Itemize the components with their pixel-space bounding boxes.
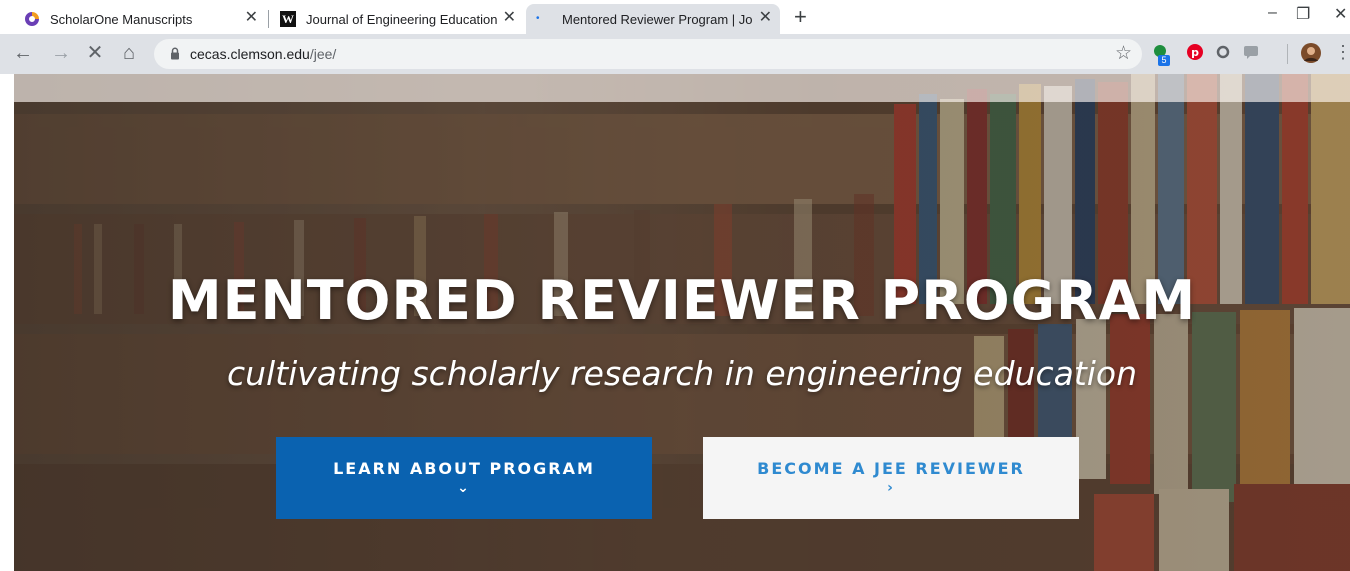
chevron-right-icon: › — [887, 480, 895, 496]
tab-mentored-reviewer[interactable]: • Mentored Reviewer Program | Jo ✕ — [526, 4, 780, 34]
tab-title: Mentored Reviewer Program | Jo — [562, 11, 753, 27]
tab-strip: ScholarOne Manuscripts ✕ W Journal of En… — [0, 0, 1350, 34]
lock-icon — [171, 47, 179, 60]
hero-banner: MENTORED REVIEWER PROGRAM cultivating sc… — [14, 74, 1350, 571]
svg-text:p: p — [1191, 46, 1199, 59]
browser-toolbar: ← → ✕ ⌂ cecas.clemson.edu/jee/ ☆ 5 p ⋮ — [0, 34, 1350, 74]
profile-avatar-icon[interactable] — [1300, 42, 1322, 64]
url-path: /jee/ — [309, 46, 337, 62]
hero-overlay — [14, 102, 1350, 571]
restore-button[interactable]: ❐ — [1296, 4, 1310, 24]
minimize-button[interactable]: – — [1268, 4, 1277, 22]
hero-subtitle: cultivating scholarly research in engine… — [226, 354, 1138, 393]
tab-scholarone[interactable]: ScholarOne Manuscripts ✕ — [18, 4, 266, 34]
tab-divider — [268, 10, 269, 28]
tab-title: ScholarOne Manuscripts — [50, 11, 193, 27]
button-label: LEARN ABOUT PROGRAM — [333, 459, 595, 478]
toolbar-divider — [1287, 44, 1288, 64]
close-window-button[interactable]: ✕ — [1334, 4, 1347, 24]
become-jee-reviewer-button[interactable]: BECOME A JEE REVIEWER › — [703, 437, 1079, 519]
chevron-down-icon: ⌄ — [457, 480, 471, 496]
new-tab-button[interactable]: + — [794, 6, 807, 28]
tab-title: Journal of Engineering Education — [306, 11, 498, 27]
back-icon[interactable]: ← — [12, 42, 34, 64]
address-bar[interactable]: cecas.clemson.edu/jee/ ☆ — [154, 39, 1142, 69]
chat-extension-icon[interactable] — [1242, 43, 1260, 61]
stop-icon[interactable]: ✕ — [84, 42, 106, 64]
hero-title: MENTORED REVIEWER PROGRAM — [167, 269, 1197, 332]
tab-close-icon[interactable]: ✕ — [759, 10, 772, 26]
url-text: cecas.clemson.edu/jee/ — [190, 46, 336, 62]
tab-jee[interactable]: W Journal of Engineering Education ✕ — [272, 4, 524, 34]
wiley-favicon-icon: W — [280, 11, 296, 27]
menu-icon[interactable]: ⋮ — [1334, 42, 1350, 62]
hero-top-band — [14, 74, 1350, 102]
circle-extension-icon[interactable] — [1214, 43, 1232, 61]
tab-close-icon[interactable]: ✕ — [245, 10, 258, 26]
loading-icon: • — [536, 13, 540, 24]
button-label: BECOME A JEE REVIEWER — [757, 459, 1025, 478]
tab-close-icon[interactable]: ✕ — [503, 10, 516, 26]
scholarone-favicon-icon — [25, 12, 39, 26]
extension-badge: 5 — [1158, 55, 1170, 66]
forward-icon[interactable]: → — [50, 42, 72, 64]
learn-about-program-button[interactable]: LEARN ABOUT PROGRAM ⌄ — [276, 437, 652, 519]
bookmark-star-icon[interactable]: ☆ — [1115, 42, 1132, 65]
home-icon[interactable]: ⌂ — [118, 42, 140, 64]
url-domain: cecas.clemson.edu — [190, 46, 310, 62]
pinterest-icon[interactable]: p — [1186, 43, 1204, 61]
